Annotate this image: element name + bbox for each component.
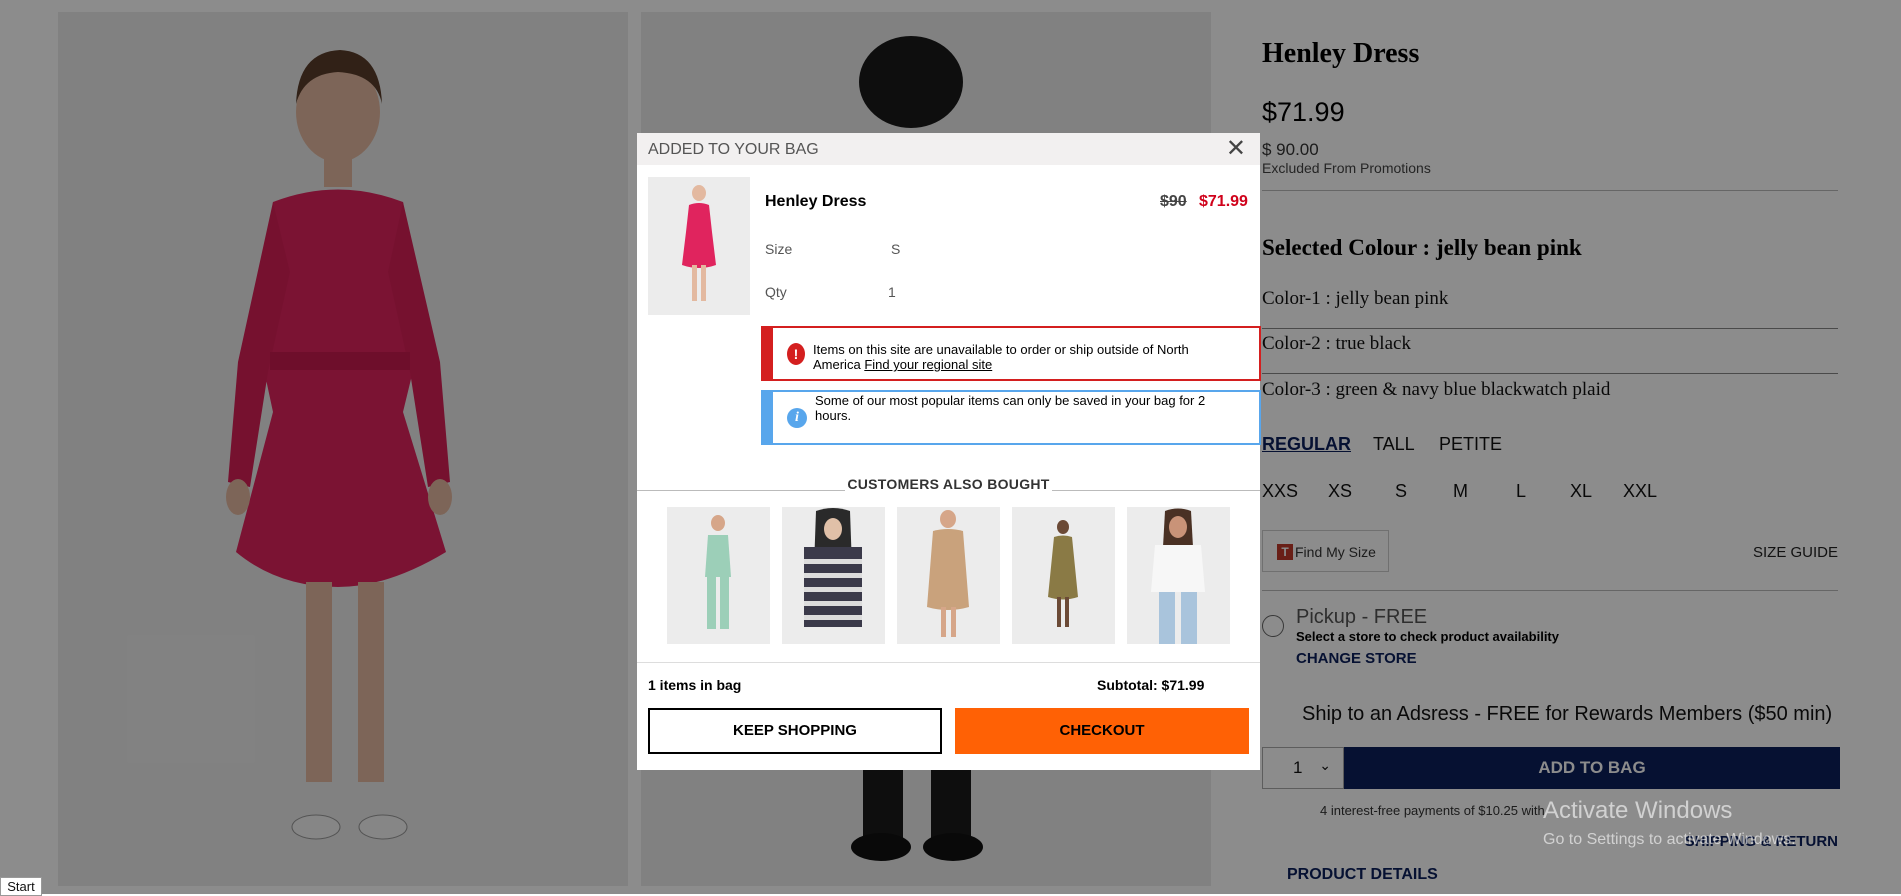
- modal-title: ADDED TO YOUR BAG: [648, 141, 819, 158]
- error-icon: !: [787, 343, 805, 365]
- bag-item-qty-value: 1: [888, 284, 896, 300]
- activate-windows-title: Activate Windows: [1543, 797, 1733, 824]
- checkout-button[interactable]: CHECKOUT: [955, 708, 1249, 754]
- mint-set-illustration: [705, 515, 731, 629]
- pink-dress-thumbnail-illustration: [682, 185, 716, 301]
- items-in-bag-count: 1 items in bag: [648, 677, 742, 693]
- white-tee-jeans-illustration: [1151, 508, 1205, 644]
- activate-windows-subtitle: Go to Settings to activate Windows.: [1543, 831, 1796, 848]
- customers-also-bought-title: CUSTOMERS ALSO BOUGHT: [845, 476, 1052, 492]
- khaki-dress-illustration: [927, 510, 969, 637]
- regional-error-alert: ! Items on this site are unavailable to …: [761, 326, 1261, 381]
- recommended-product-4[interactable]: [1012, 507, 1115, 644]
- bag-save-info-alert: i Some of our most popular items can onl…: [761, 390, 1261, 445]
- activate-windows-watermark: Activate Windows Go to Settings to activ…: [1543, 797, 1796, 849]
- bag-subtotal: Subtotal: $71.99: [1097, 677, 1205, 693]
- recommended-product-3[interactable]: [897, 507, 1000, 644]
- modal-header: ADDED TO YOUR BAG ✕: [637, 133, 1260, 165]
- bag-save-info-text: Some of our most popular items can only …: [815, 393, 1206, 423]
- find-regional-site-link[interactable]: Find your regional site: [864, 357, 992, 372]
- bag-item-original-price: $90: [1160, 193, 1187, 210]
- bag-item-size-label: Size: [765, 241, 793, 257]
- bag-item-sale-price: $71.99: [1199, 193, 1248, 210]
- recommended-product-2[interactable]: [782, 507, 885, 644]
- customers-also-bought-heading: CUSTOMERS ALSO BOUGHT: [637, 476, 1260, 494]
- bag-item-thumbnail: [648, 177, 750, 315]
- added-to-bag-modal: ADDED TO YOUR BAG ✕ Henley Dress $90 $71…: [637, 133, 1261, 770]
- keep-shopping-button[interactable]: KEEP SHOPPING: [648, 708, 942, 754]
- info-icon: i: [787, 408, 807, 428]
- start-button[interactable]: Start: [0, 877, 42, 896]
- bag-item-qty-label: Qty: [765, 284, 787, 300]
- close-icon[interactable]: ✕: [1226, 137, 1246, 161]
- recommended-product-5[interactable]: [1127, 507, 1230, 644]
- striped-sweater-illustration: [804, 508, 862, 627]
- regional-error-message: Items on this site are unavailable to or…: [813, 342, 1213, 372]
- divider: [637, 662, 1260, 663]
- bag-item-size-value: S: [891, 241, 901, 257]
- olive-dress-illustration: [1048, 520, 1078, 627]
- bag-item-name: Henley Dress: [765, 193, 867, 210]
- recommended-product-1[interactable]: [667, 507, 770, 644]
